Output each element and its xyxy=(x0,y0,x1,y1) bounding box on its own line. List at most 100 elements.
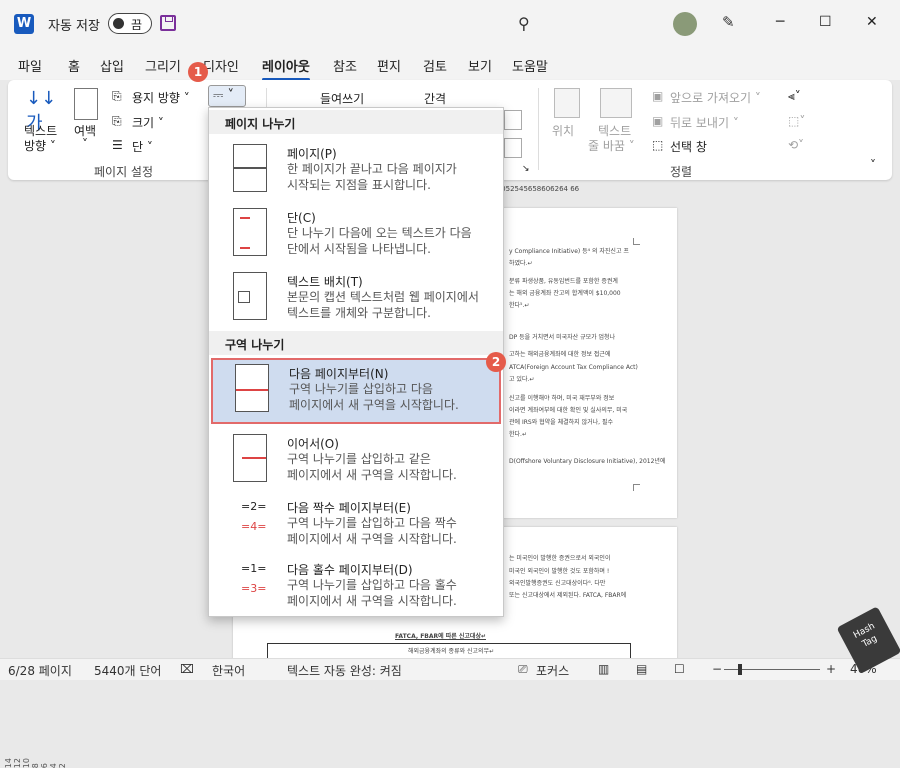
vertical-ruler: 14 12 10 8 6 4 2 xyxy=(0,188,67,768)
print-layout-icon[interactable]: ▤ xyxy=(636,662,647,676)
page-break-icon xyxy=(233,144,267,192)
size-button[interactable]: 크기 ˅ xyxy=(132,114,164,131)
designer-icon[interactable]: ✎ xyxy=(722,13,735,31)
doc-line: 미국인 외국인이 발행한 것도 포함하며 ! xyxy=(509,568,610,575)
page-count[interactable]: 6/28 페이지 xyxy=(8,662,72,679)
menu-item-title: 페이지(P) xyxy=(287,147,337,161)
tab-draw[interactable]: 그리기 xyxy=(145,56,181,75)
tab-review[interactable]: 검토 xyxy=(423,56,447,75)
step-badge: 2 xyxy=(486,352,506,372)
close-button[interactable]: ✕ xyxy=(866,14,878,30)
align-icon[interactable]: ⫷˅ xyxy=(788,89,801,104)
web-layout-icon[interactable]: ☐ xyxy=(674,662,685,676)
spacing-before-spinner[interactable] xyxy=(504,110,522,130)
maximize-button[interactable]: ☐ xyxy=(819,14,832,30)
paragraph-launcher-icon[interactable]: ↘ xyxy=(522,164,530,174)
text-direction-icon: ↓↓가 xyxy=(26,88,57,134)
doc-line: 또는 신고대상에서 제외된다. FATCA, FBAR에 xyxy=(509,592,627,599)
doc-line: DP 등을 거치면서 미국자산 규모가 엄청나 xyxy=(509,334,616,341)
continuous-section-icon xyxy=(233,434,267,482)
breaks-menu: 페이지 나누기 페이지(P) 한 페이지가 끝나고 다음 페이지가 시작되는 지… xyxy=(208,107,504,617)
doc-line: 이라면 계좌여부에 대한 확인 및 실사의무, 미국 xyxy=(509,407,628,414)
bring-forward-button[interactable]: 앞으로 가져오기 ˅ xyxy=(670,89,761,106)
doc-line: 한다.↵ xyxy=(509,431,527,438)
menu-item-column-break[interactable]: 단(C) 단 나누기 다음에 오는 텍스트가 다음 단에서 시작됨을 나타냅니다… xyxy=(211,204,501,264)
spacing-after-spinner[interactable] xyxy=(504,138,522,158)
focus-label[interactable]: 포커스 xyxy=(536,662,569,679)
zoom-slider-thumb[interactable] xyxy=(738,664,742,675)
tab-home[interactable]: 홈 xyxy=(68,56,80,75)
group-icon[interactable]: ⬚˅ xyxy=(788,114,805,128)
autosave-toggle[interactable]: 끔 xyxy=(108,13,152,34)
tab-file[interactable]: 파일 xyxy=(18,56,42,75)
page-setup-group-label: 페이지 설정 xyxy=(94,165,154,179)
word-count[interactable]: 5440개 단어 xyxy=(94,662,161,679)
indent-label: 들여쓰기 xyxy=(320,92,365,106)
text-direction-sub[interactable]: 방향 ˅ xyxy=(24,137,56,154)
zoom-in-icon[interactable]: + xyxy=(826,662,836,676)
group-separator xyxy=(538,88,539,170)
tab-insert[interactable]: 삽입 xyxy=(100,56,124,75)
menu-item-title: 텍스트 배치(T) xyxy=(287,275,363,289)
menu-item-desc: 구역 나누기를 삽입하고 같은 페이지에서 새 구역을 시작합니다. xyxy=(287,452,457,482)
menu-item-page-break[interactable]: 페이지(P) 한 페이지가 끝나고 다음 페이지가 시작되는 지점을 표시합니다… xyxy=(211,140,501,200)
menu-item-odd-page[interactable]: =1= =3= 다음 홀수 페이지부터(D) 구역 나누기를 삽입하고 다음 홀수… xyxy=(211,556,501,616)
position-button[interactable]: 위치 xyxy=(552,122,574,139)
text-wrapping-icon xyxy=(233,272,267,320)
doc-line: ATCA(Foreign Account Tax Compliance Act) xyxy=(509,364,638,371)
wrap-text-sub[interactable]: 줄 바꿈 ˅ xyxy=(588,137,635,154)
selection-pane-button[interactable]: 선택 창 xyxy=(670,138,707,155)
menu-item-next-page[interactable]: 다음 페이지부터(N) 구역 나누기를 삽입하고 다음 페이지에서 새 구역을 … xyxy=(211,358,501,424)
breaks-icon: ⎓ ˅ xyxy=(213,88,235,103)
doc-line: 분류 파생상품, 유동입번드를 포함한 증권계 xyxy=(509,278,618,285)
avatar[interactable] xyxy=(673,12,697,36)
doc-line: 고하는 해외금융계좌에 대한 정보 접근에 xyxy=(509,351,611,358)
menu-item-title: 다음 홀수 페이지부터(D) xyxy=(287,563,413,577)
orientation-icon: ⎘ xyxy=(112,89,122,103)
arrange-group-label: 정렬 xyxy=(670,165,693,179)
margins-icon xyxy=(74,88,98,120)
column-break-icon xyxy=(233,208,267,256)
menu-item-desc: 구역 나누기를 삽입하고 다음 페이지에서 새 구역을 시작합니다. xyxy=(289,382,459,412)
orientation-button[interactable]: 용지 방향 ˅ xyxy=(132,89,190,106)
menu-item-desc: 한 페이지가 끝나고 다음 페이지가 시작되는 지점을 표시합니다. xyxy=(287,162,457,192)
menu-item-even-page[interactable]: =2= =4= 다음 짝수 페이지부터(E) 구역 나누기를 삽입하고 다음 짝수… xyxy=(211,494,501,554)
search-icon[interactable]: ⚲ xyxy=(518,14,530,33)
breaks-button[interactable]: ⎓ ˅ xyxy=(208,85,246,107)
step-badge: 1 xyxy=(188,62,208,82)
focus-icon[interactable]: ⎚ xyxy=(518,662,528,677)
doc-line: 한다⁵.↵ xyxy=(509,302,530,309)
tab-mailings[interactable]: 편지 xyxy=(377,56,401,75)
read-mode-icon[interactable]: ▥ xyxy=(598,662,609,676)
send-backward-icon: ▣ xyxy=(652,114,664,128)
rotate-icon[interactable]: ⟲˅ xyxy=(788,138,804,152)
autocomplete-status[interactable]: 텍스트 자동 완성: 켜짐 xyxy=(287,662,402,679)
tab-help[interactable]: 도움말 xyxy=(512,56,548,75)
tab-references[interactable]: 참조 xyxy=(333,56,357,75)
menu-item-title: 다음 페이지부터(N) xyxy=(289,367,389,381)
menu-item-continuous[interactable]: 이어서(O) 구역 나누기를 삽입하고 같은 페이지에서 새 구역을 시작합니다… xyxy=(211,430,501,490)
doc-line: y Compliance Initiative) 등⁴ 의 자진신고 프 xyxy=(509,248,629,255)
margins-sub[interactable]: ˅ xyxy=(82,137,88,151)
tab-view[interactable]: 보기 xyxy=(468,56,492,75)
doc-line: 외국인발행증권도 신고대상이다⁶. 다만 xyxy=(509,580,606,587)
doc-table-header: 해외금융계좌의 종류와 신고의무↵ xyxy=(408,648,495,655)
save-icon[interactable] xyxy=(160,15,176,31)
columns-button[interactable]: 단 ˅ xyxy=(132,138,153,155)
tab-layout[interactable]: 레이아웃 xyxy=(262,56,310,81)
proofing-icon[interactable]: ⌧ xyxy=(180,662,194,676)
spacing-label: 간격 xyxy=(424,92,447,106)
menu-item-desc: 구역 나누기를 삽입하고 다음 홀수 페이지에서 새 구역을 시작합니다. xyxy=(287,578,457,608)
zoom-out-icon[interactable]: − xyxy=(712,662,722,676)
doc-line: 관에 IRS와 협약을 체결하지 않거나, 필수 xyxy=(509,419,613,426)
language[interactable]: 한국어 xyxy=(212,662,245,679)
selection-pane-icon: ⬚ xyxy=(652,138,664,152)
send-backward-button[interactable]: 뒤로 보내기 ˅ xyxy=(670,114,739,131)
toggle-state: 끔 xyxy=(131,18,143,32)
collapse-ribbon-icon[interactable]: ˅ xyxy=(870,158,876,172)
doc-line: D(Offshore Voluntary Disclosure Initiati… xyxy=(509,458,666,465)
menu-item-text-wrapping[interactable]: 텍스트 배치(T) 본문의 캡션 텍스트처럼 웹 페이지에서 텍스트를 개체와 … xyxy=(211,268,501,328)
word-logo-icon: W xyxy=(14,14,34,34)
tab-design[interactable]: 디자인 xyxy=(203,56,239,75)
minimize-button[interactable]: ─ xyxy=(776,14,784,30)
